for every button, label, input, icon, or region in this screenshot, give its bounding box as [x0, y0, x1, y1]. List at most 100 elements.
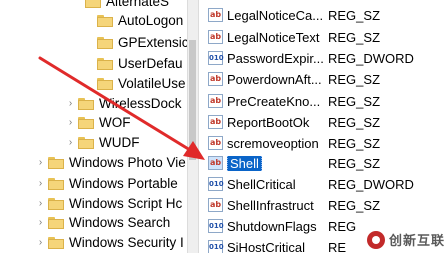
- values-list: ab LegalNoticeCa... REG_SZ ab LegalNotic…: [199, 0, 447, 253]
- tree-node[interactable]: AutoLogon: [97, 11, 183, 30]
- tree-node[interactable]: VolatileUse: [97, 74, 186, 93]
- string-value-icon: ab: [208, 94, 223, 108]
- tree-node-label: Windows Portable: [69, 176, 178, 191]
- chevron-right-icon[interactable]: ›: [36, 157, 45, 168]
- folder-icon: [85, 0, 101, 8]
- folder-icon: [97, 14, 113, 27]
- value-type: REG_SZ: [328, 29, 381, 45]
- tree-node[interactable]: AlternateS: [85, 0, 169, 11]
- folder-icon: [48, 216, 64, 229]
- tree-node[interactable]: › WUDF: [66, 133, 140, 152]
- value-name: PasswordExpir...: [227, 50, 324, 66]
- folder-icon: [78, 136, 94, 149]
- value-type: REG_DWORD: [328, 50, 414, 66]
- tree-node[interactable]: › Windows Security I: [36, 233, 184, 252]
- string-value-icon: ab: [208, 72, 223, 86]
- string-value-icon: ab: [208, 115, 223, 129]
- value-row[interactable]: 010 PasswordExpir... REG_DWORD: [199, 48, 447, 68]
- value-type: REG: [328, 218, 357, 234]
- value-row-selected[interactable]: ab Shell REG_SZ: [199, 153, 447, 173]
- value-type: REG_SZ: [328, 155, 381, 171]
- tree-node-label: Windows Photo Vie: [69, 155, 186, 170]
- value-name: ShutdownFlags: [227, 218, 317, 234]
- value-type: REG_DWORD: [328, 176, 414, 192]
- registry-tree: AlternateS AutoLogon GPExtensic UserDefa…: [0, 0, 187, 253]
- tree-node-label: Windows Search: [69, 215, 171, 230]
- folder-icon: [78, 97, 94, 110]
- value-name: ReportBootOk: [227, 114, 310, 130]
- chevron-right-icon[interactable]: ›: [66, 98, 75, 109]
- string-value-icon: ab: [208, 156, 223, 170]
- folder-icon: [97, 36, 113, 49]
- value-row[interactable]: ab PreCreateKno... REG_SZ: [199, 91, 447, 111]
- dword-value-icon: 010: [208, 177, 224, 191]
- dword-value-icon: 010: [208, 219, 224, 233]
- watermark: 创新互联: [366, 230, 445, 249]
- tree-node-label: WirelessDock: [99, 96, 182, 111]
- tree-node-label: Windows Script Hc: [69, 196, 183, 211]
- tree-node[interactable]: › WirelessDock: [66, 94, 182, 113]
- folder-icon: [48, 197, 64, 210]
- scrollbar-thumb[interactable]: [189, 40, 196, 160]
- folder-icon: [48, 156, 64, 169]
- tree-node-label: WUDF: [99, 135, 140, 150]
- value-row[interactable]: ab PowerdownAft... REG_SZ: [199, 69, 447, 89]
- value-row[interactable]: ab ReportBootOk REG_SZ: [199, 112, 447, 132]
- tree-node-label: WOF: [99, 115, 131, 130]
- value-row[interactable]: ab ShellInfrastruct REG_SZ: [199, 195, 447, 215]
- tree-node[interactable]: › Windows Script Hc: [36, 194, 182, 213]
- chevron-right-icon[interactable]: ›: [66, 117, 75, 128]
- value-row[interactable]: ab LegalNoticeCa... REG_SZ: [199, 5, 447, 25]
- value-name: LegalNoticeCa...: [227, 7, 324, 23]
- value-name: ShellInfrastruct: [227, 197, 314, 213]
- value-type: RE: [328, 239, 347, 253]
- string-value-icon: ab: [208, 136, 223, 150]
- chevron-right-icon[interactable]: ›: [66, 137, 75, 148]
- tree-node-label: VolatileUse: [118, 76, 186, 91]
- value-name: LegalNoticeText: [227, 29, 320, 45]
- tree-node-label: AutoLogon: [118, 13, 184, 28]
- chevron-right-icon[interactable]: ›: [36, 178, 45, 189]
- tree-node[interactable]: GPExtensic: [97, 33, 187, 52]
- value-name: scremoveoption: [227, 135, 319, 151]
- value-name: PowerdownAft...: [227, 71, 322, 87]
- value-row[interactable]: ab LegalNoticeText REG_SZ: [199, 27, 447, 47]
- value-type: REG_SZ: [328, 197, 381, 213]
- value-name: Shell: [227, 155, 328, 171]
- value-row[interactable]: ab scremoveoption REG_SZ: [199, 133, 447, 153]
- chevron-right-icon[interactable]: ›: [36, 237, 45, 248]
- tree-node-label: Windows Security I: [69, 235, 184, 250]
- folder-icon: [48, 236, 64, 249]
- tree-node[interactable]: › Windows Portable: [36, 174, 178, 193]
- value-type: REG_SZ: [328, 93, 381, 109]
- value-name: SiHostCritical: [227, 239, 306, 253]
- folder-icon: [78, 116, 94, 129]
- value-row[interactable]: 010 ShellCritical REG_DWORD: [199, 174, 447, 194]
- tree-node[interactable]: UserDefau: [97, 54, 183, 73]
- value-name: PreCreateKno...: [227, 93, 321, 109]
- tree-node[interactable]: › Windows Photo Vie: [36, 153, 186, 172]
- chevron-right-icon[interactable]: ›: [36, 198, 45, 209]
- value-type: REG_SZ: [328, 7, 381, 23]
- folder-icon: [97, 77, 113, 90]
- tree-node-label: GPExtensic: [118, 35, 187, 50]
- tree-scrollbar[interactable]: [187, 0, 199, 253]
- folder-icon: [97, 57, 113, 70]
- chevron-right-icon[interactable]: ›: [36, 217, 45, 228]
- watermark-text: 创新互联: [388, 233, 445, 248]
- value-type: REG_SZ: [328, 135, 381, 151]
- tree-node-label: AlternateS: [106, 0, 170, 9]
- string-value-icon: ab: [208, 198, 223, 212]
- tree-node-label: UserDefau: [118, 56, 183, 71]
- tree-node[interactable]: › WOF: [66, 113, 131, 132]
- watermark-logo-icon: [366, 230, 385, 249]
- string-value-icon: ab: [208, 30, 223, 44]
- folder-icon: [48, 177, 64, 190]
- value-type: REG_SZ: [328, 114, 381, 130]
- tree-node[interactable]: › Windows Search: [36, 213, 170, 232]
- string-value-icon: ab: [208, 8, 223, 22]
- value-name: ShellCritical: [227, 176, 296, 192]
- dword-value-icon: 010: [208, 51, 224, 65]
- value-type: REG_SZ: [328, 71, 381, 87]
- dword-value-icon: 010: [208, 240, 224, 253]
